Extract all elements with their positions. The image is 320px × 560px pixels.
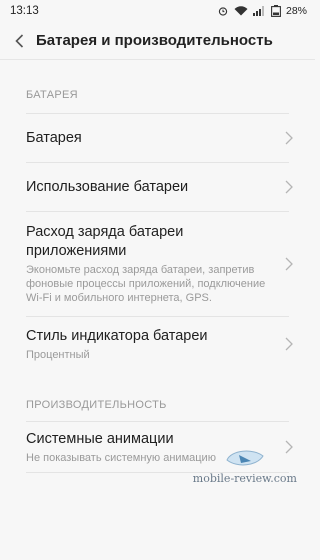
settings-item-battery-usage[interactable]: Использование батареи xyxy=(0,163,315,211)
wifi-icon xyxy=(234,6,248,16)
battery-percent: 28% xyxy=(285,5,307,17)
chevron-right-icon xyxy=(285,180,293,194)
section-label-performance: ПРОИЗВОДИТЕЛЬНОСТЬ xyxy=(26,399,167,411)
signal-icon xyxy=(252,6,266,16)
watermark: mobile-review.com xyxy=(193,446,297,485)
back-arrow-icon[interactable] xyxy=(12,31,26,51)
battery-icon xyxy=(271,5,281,17)
watermark-logo-icon xyxy=(226,450,264,466)
section-label-battery: БАТАРЕЯ xyxy=(26,89,78,101)
status-icons: 28% xyxy=(217,5,307,17)
item-subtitle: Процентный xyxy=(26,348,90,361)
status-bar: 13:13 28% xyxy=(0,0,315,22)
status-time: 13:13 xyxy=(10,5,39,17)
header: Батарея и производительность xyxy=(0,22,315,60)
item-title: Стиль индикатора батареи xyxy=(26,327,208,344)
settings-item-battery[interactable]: Батарея xyxy=(0,114,315,162)
settings-item-battery-indicator-style[interactable]: Стиль индикатора батареи Процентный xyxy=(0,317,315,371)
item-subtitle: Экономьте расход заряда батареи, запрети… xyxy=(26,264,266,304)
item-title: Батарея xyxy=(26,129,82,146)
alarm-icon xyxy=(217,6,229,16)
watermark-text: mobile-review.com xyxy=(192,472,297,485)
page-title: Батарея и производительность xyxy=(36,32,273,49)
chevron-right-icon xyxy=(285,337,293,351)
settings-item-app-battery-consumption[interactable]: Расход заряда батареи приложениями Эконо… xyxy=(0,212,315,316)
chevron-right-icon xyxy=(285,257,293,271)
item-title: Расход заряда батареи приложениями xyxy=(26,224,184,259)
item-title: Использование батареи xyxy=(26,178,189,195)
chevron-right-icon xyxy=(285,131,293,145)
